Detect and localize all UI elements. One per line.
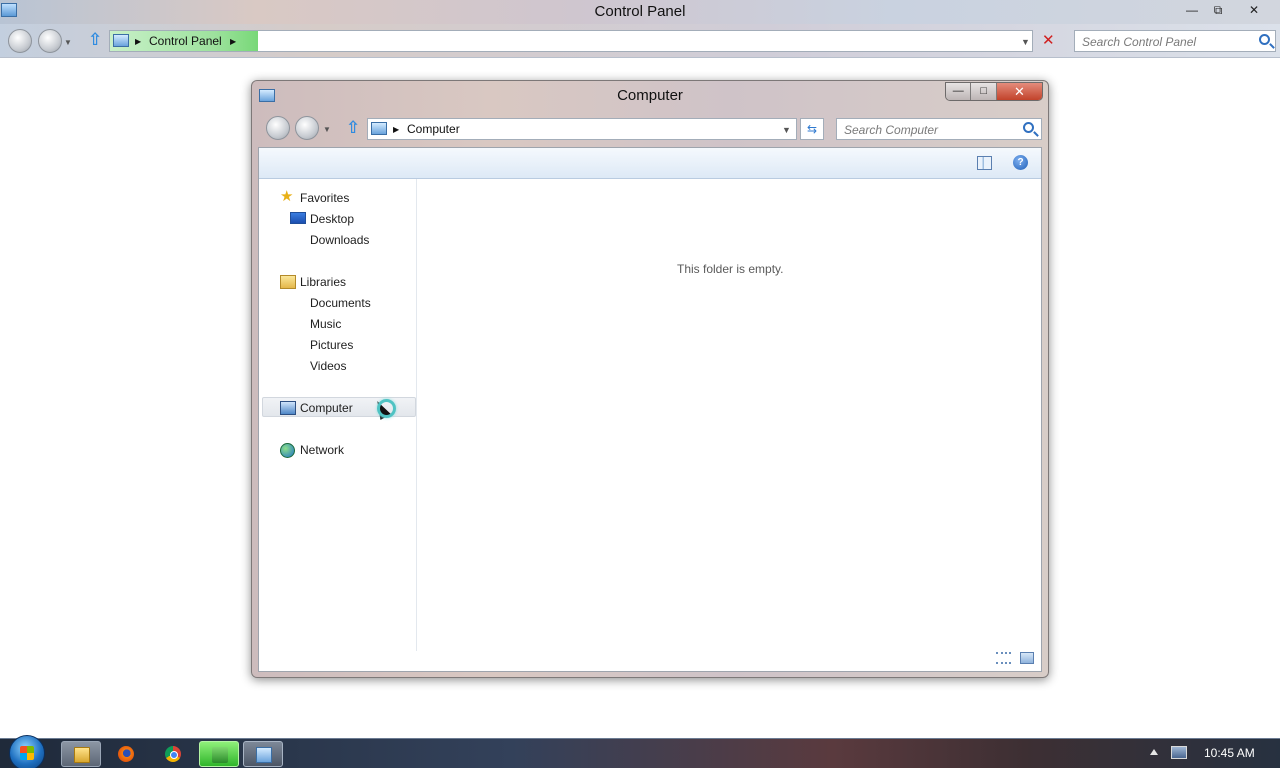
breadcrumb-control-panel[interactable]: Control Panel bbox=[149, 34, 222, 48]
command-bar: ? bbox=[259, 148, 1041, 179]
outer-search-placeholder: Search Control Panel bbox=[1082, 35, 1197, 49]
nav-libraries[interactable]: Libraries bbox=[300, 272, 346, 292]
breadcrumb-separator-icon[interactable]: ▶ bbox=[393, 125, 399, 134]
start-button[interactable] bbox=[9, 735, 45, 768]
outer-forward-button[interactable] bbox=[38, 29, 62, 53]
search-input[interactable]: Search Computer bbox=[836, 118, 1042, 140]
help-icon[interactable]: ? bbox=[1013, 155, 1028, 170]
outer-up-arrow-icon[interactable]: ⇧ bbox=[88, 30, 102, 50]
refresh-icon[interactable]: ⇆ bbox=[800, 118, 824, 140]
nav-videos[interactable]: Videos bbox=[310, 356, 346, 376]
control-panel-title: Control Panel bbox=[594, 3, 686, 20]
search-icon[interactable] bbox=[1259, 34, 1270, 45]
address-dropdown-icon[interactable]: ▼ bbox=[782, 125, 791, 135]
libraries-icon bbox=[280, 275, 296, 289]
close-button[interactable]: ✕ bbox=[996, 83, 1042, 100]
up-arrow-icon[interactable]: ⇧ bbox=[346, 118, 360, 138]
network-icon bbox=[280, 443, 295, 458]
breadcrumb-computer[interactable]: Computer bbox=[407, 122, 460, 136]
breadcrumb-separator-icon[interactable]: ▶ bbox=[135, 37, 141, 46]
nav-downloads[interactable]: Downloads bbox=[310, 230, 369, 250]
address-bar[interactable]: ▶ Computer ▼ bbox=[367, 118, 797, 140]
taskbar-green-app[interactable] bbox=[199, 741, 239, 767]
computer-icon bbox=[280, 401, 296, 415]
preview-pane-icon[interactable] bbox=[977, 156, 992, 170]
breadcrumb-separator-icon[interactable]: ▶ bbox=[230, 37, 236, 46]
network-tray-icon[interactable] bbox=[1171, 746, 1187, 759]
taskbar-clock[interactable]: 10:45 AM bbox=[1204, 746, 1255, 760]
folder-icon bbox=[74, 747, 90, 763]
taskbar-firefox[interactable] bbox=[106, 741, 146, 767]
outer-restore-button[interactable]: ⧉ bbox=[1205, 2, 1231, 19]
computer-window: Computer — □ ✕ ▼ ⇧ ▶ Computer ▼ ⇆ Search… bbox=[251, 80, 1049, 678]
control-panel-navbar: ▼ ⇧ ▶ Control Panel ▶ ▼ ✕ Search Control… bbox=[0, 24, 1280, 58]
details-view-icon[interactable] bbox=[996, 652, 1011, 664]
windows-logo-icon bbox=[20, 746, 34, 760]
outer-address-dropdown-icon[interactable]: ▼ bbox=[1021, 37, 1030, 47]
nav-pictures[interactable]: Pictures bbox=[310, 335, 353, 355]
back-button[interactable] bbox=[266, 116, 290, 140]
chrome-icon bbox=[165, 746, 181, 762]
firefox-icon bbox=[118, 746, 134, 762]
computer-window-caption-buttons: — □ ✕ bbox=[945, 82, 1043, 101]
control-panel-small-icon bbox=[113, 34, 129, 47]
outer-search-input[interactable]: Search Control Panel bbox=[1074, 30, 1276, 52]
taskbar: 10:45 AM bbox=[0, 735, 1280, 768]
busy-spinner-icon bbox=[377, 399, 396, 418]
outer-address-bar[interactable]: ▶ Control Panel ▶ ▼ bbox=[109, 30, 1033, 52]
taskbar-explorer[interactable] bbox=[61, 741, 101, 767]
minimize-button[interactable]: — bbox=[946, 83, 972, 100]
nav-desktop[interactable]: Desktop bbox=[310, 209, 354, 229]
nav-favorites[interactable]: Favorites bbox=[300, 188, 349, 208]
control-panel-icon bbox=[256, 747, 272, 763]
computer-small-icon bbox=[371, 122, 387, 135]
outer-history-dropdown-icon[interactable]: ▼ bbox=[64, 38, 72, 47]
large-icons-view-icon[interactable] bbox=[1020, 652, 1034, 664]
outer-minimize-button[interactable]: — bbox=[1179, 2, 1205, 19]
search-placeholder: Search Computer bbox=[844, 123, 939, 137]
nav-computer[interactable]: Computer bbox=[300, 398, 353, 418]
desktop-icon bbox=[290, 212, 306, 224]
nav-music[interactable]: Music bbox=[310, 314, 341, 334]
nav-documents[interactable]: Documents bbox=[310, 293, 371, 313]
nav-network[interactable]: Network bbox=[300, 440, 344, 460]
taskbar-chrome[interactable] bbox=[153, 741, 193, 767]
outer-stop-icon[interactable]: ✕ bbox=[1042, 31, 1055, 49]
maximize-button[interactable]: □ bbox=[971, 83, 997, 100]
star-icon: ★ bbox=[280, 188, 294, 205]
outer-close-button[interactable]: ✕ bbox=[1241, 2, 1267, 19]
green-app-icon bbox=[212, 747, 228, 763]
forward-button[interactable] bbox=[295, 116, 319, 140]
outer-back-button[interactable] bbox=[8, 29, 32, 53]
taskbar-control-panel[interactable] bbox=[243, 741, 283, 767]
computer-window-title: Computer bbox=[617, 87, 683, 104]
control-panel-titlebar: Control Panel — ⧉ ✕ bbox=[0, 0, 1280, 24]
empty-folder-message: This folder is empty. bbox=[677, 262, 784, 276]
history-dropdown-icon[interactable]: ▼ bbox=[323, 125, 331, 134]
search-icon[interactable] bbox=[1023, 122, 1034, 133]
show-hidden-icons-icon[interactable] bbox=[1150, 749, 1158, 755]
